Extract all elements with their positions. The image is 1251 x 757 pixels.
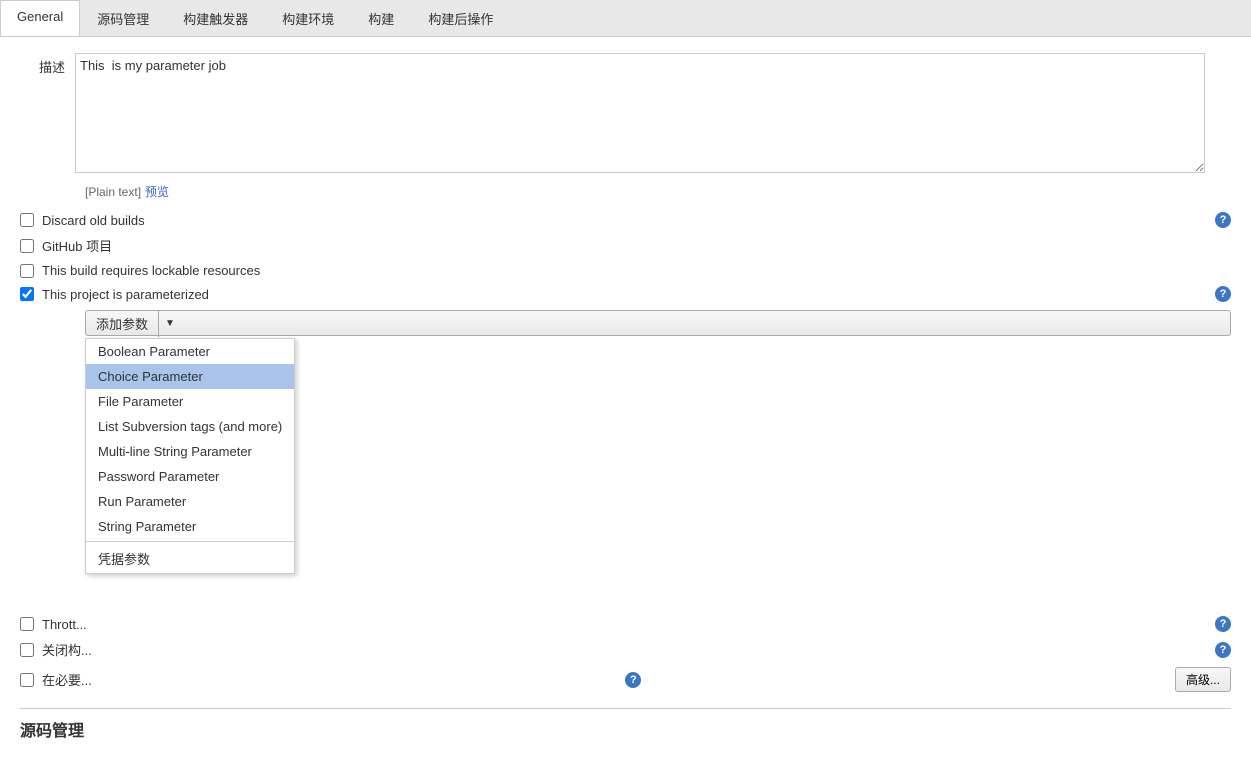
tab-env[interactable]: 构建环境 bbox=[265, 0, 351, 36]
discard-help-icon[interactable]: ? bbox=[1215, 212, 1231, 228]
github-project-label: GitHub 项目 bbox=[42, 236, 112, 255]
add-param-btn-dropdown[interactable]: 添加参数 ▼ bbox=[85, 310, 1231, 336]
description-row: 描述 This is my parameter job bbox=[20, 53, 1231, 173]
close-label: 关闭构... bbox=[42, 640, 92, 659]
lockable-resources-checkbox[interactable] bbox=[20, 264, 34, 278]
content-area: 描述 This is my parameter job [Plain text]… bbox=[0, 37, 1251, 757]
checkbox-row-close: 关闭构... ? bbox=[20, 640, 1231, 659]
throttle-checkbox[interactable] bbox=[20, 617, 34, 631]
necessary-label: 在必要... bbox=[42, 670, 92, 689]
tab-postbuild[interactable]: 构建后操作 bbox=[411, 0, 510, 36]
dropdown-item-run[interactable]: Run Parameter bbox=[86, 489, 294, 514]
tab-trigger[interactable]: 构建触发器 bbox=[166, 0, 265, 36]
description-label: 描述 bbox=[20, 53, 75, 76]
dropdown-item-password[interactable]: Password Parameter bbox=[86, 464, 294, 489]
github-project-checkbox[interactable] bbox=[20, 239, 34, 253]
dropdown-item-credentials[interactable]: 凭据参数 bbox=[86, 544, 294, 573]
checkbox-row-discard: Discard old builds ? bbox=[20, 212, 1231, 228]
add-param-btn-arrow[interactable]: ▼ bbox=[159, 314, 181, 333]
discard-old-builds-label: Discard old builds bbox=[42, 213, 145, 228]
discard-old-builds-checkbox[interactable] bbox=[20, 213, 34, 227]
tab-build[interactable]: 构建 bbox=[351, 0, 411, 36]
add-param-section: 添加参数 ▼ Boolean Parameter Choice Paramete… bbox=[85, 310, 1231, 336]
section-title-source: 源码管理 bbox=[20, 708, 1231, 741]
close-checkbox[interactable] bbox=[20, 643, 34, 657]
checkbox-row-throttle: Thrott... ? bbox=[20, 616, 1231, 632]
parameterized-label: This project is parameterized bbox=[42, 287, 209, 302]
dropdown-divider bbox=[86, 541, 294, 542]
throttle-label: Thrott... bbox=[42, 617, 87, 632]
necessary-checkbox[interactable] bbox=[20, 673, 34, 687]
add-param-btn-label[interactable]: 添加参数 bbox=[86, 310, 159, 337]
lockable-resources-label: This build requires lockable resources bbox=[42, 263, 260, 278]
close-help-icon[interactable]: ? bbox=[1215, 642, 1231, 658]
necessary-help-icon[interactable]: ? bbox=[625, 672, 641, 688]
checkbox-row-github: GitHub 项目 bbox=[20, 236, 1231, 255]
dropdown-menu: Boolean Parameter Choice Parameter File … bbox=[85, 338, 295, 574]
preview-link[interactable]: 预览 bbox=[145, 183, 169, 200]
parameterized-checkbox[interactable] bbox=[20, 287, 34, 301]
dropdown-item-svn[interactable]: List Subversion tags (and more) bbox=[86, 414, 294, 439]
description-textarea[interactable]: This is my parameter job bbox=[75, 53, 1205, 173]
plain-text-row: [Plain text] 预览 bbox=[85, 183, 1231, 200]
dropdown-item-string[interactable]: String Parameter bbox=[86, 514, 294, 539]
tab-source[interactable]: 源码管理 bbox=[80, 0, 166, 36]
checkbox-row-lockable: This build requires lockable resources bbox=[20, 263, 1231, 278]
throttle-help-icon[interactable]: ? bbox=[1215, 616, 1231, 632]
checkbox-row-necessary: 在必要... ? 高级... bbox=[20, 667, 1231, 692]
parameterized-help-icon[interactable]: ? bbox=[1215, 286, 1231, 302]
checkbox-row-parameterized: This project is parameterized ? bbox=[20, 286, 1231, 302]
dropdown-item-multiline[interactable]: Multi-line String Parameter bbox=[86, 439, 294, 464]
dropdown-item-file[interactable]: File Parameter bbox=[86, 389, 294, 414]
dropdown-item-choice[interactable]: Choice Parameter bbox=[86, 364, 294, 389]
plain-text-label: [Plain text] bbox=[85, 185, 141, 199]
tab-general[interactable]: General bbox=[0, 0, 80, 36]
tabs-bar: General 源码管理 构建触发器 构建环境 构建 构建后操作 bbox=[0, 0, 1251, 37]
advanced-button[interactable]: 高级... bbox=[1175, 667, 1231, 692]
dropdown-item-boolean[interactable]: Boolean Parameter bbox=[86, 339, 294, 364]
